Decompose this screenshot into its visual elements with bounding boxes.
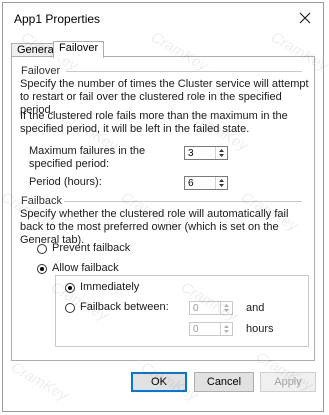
period-value: 6 <box>188 178 194 189</box>
ok-button[interactable]: OK <box>131 372 187 392</box>
failback-to-stepper[interactable]: 0 <box>189 322 233 336</box>
failback-group-label: Failback <box>21 195 62 207</box>
immediately-label[interactable]: Immediately <box>80 281 139 294</box>
period-stepper[interactable]: 6 <box>184 176 228 190</box>
failback-from-stepper[interactable]: 0 <box>189 301 233 315</box>
failback-between-radio[interactable] <box>65 303 75 313</box>
radio-selected-dot <box>40 267 44 271</box>
failback-between-label[interactable]: Failback between: <box>80 301 169 314</box>
apply-button[interactable]: Apply <box>260 372 316 392</box>
prevent-failback-radio[interactable] <box>37 244 47 254</box>
tab-failover[interactable]: Failover <box>53 41 105 58</box>
prevent-failback-label[interactable]: Prevent failback <box>52 242 130 255</box>
close-icon[interactable] <box>295 8 315 28</box>
title-bar: App1 Properties <box>3 3 323 33</box>
stepper-arrows <box>220 302 232 314</box>
cancel-button[interactable]: Cancel <box>194 372 254 392</box>
failback-from-value: 0 <box>193 303 199 314</box>
failover-note: If the clustered role fails more than th… <box>20 110 288 135</box>
stepper-arrows <box>220 323 232 335</box>
spin-down-icon[interactable] <box>221 329 232 335</box>
allow-failback-options: Immediately Failback between: 0 and 0 ho… <box>55 275 309 347</box>
stepper-arrows <box>215 147 227 159</box>
properties-dialog: App1 Properties General Failover Failove… <box>2 2 324 412</box>
and-label: and <box>246 302 265 314</box>
failover-group-label: Failover <box>21 65 61 77</box>
radio-selected-dot <box>68 286 72 290</box>
immediately-radio[interactable] <box>65 283 75 293</box>
failback-to-value: 0 <box>193 324 199 335</box>
max-failures-label: Maximum failures in the specified period… <box>29 145 146 170</box>
stepper-arrows <box>215 177 227 189</box>
failover-group-rule <box>66 71 302 72</box>
failover-tab-panel: Failover Specify the number of times the… <box>11 56 315 361</box>
max-failures-stepper[interactable]: 3 <box>184 146 228 160</box>
max-failures-value: 3 <box>188 148 194 159</box>
spin-down-icon[interactable] <box>216 183 227 189</box>
allow-failback-label[interactable]: Allow failback <box>52 262 119 275</box>
hours-label: hours <box>246 323 274 335</box>
window-title: App1 Properties <box>14 12 101 26</box>
failback-group-rule <box>64 201 302 202</box>
spin-down-icon[interactable] <box>221 308 232 314</box>
period-label: Period (hours): <box>29 176 102 188</box>
allow-failback-radio[interactable] <box>37 264 47 274</box>
spin-down-icon[interactable] <box>216 153 227 159</box>
